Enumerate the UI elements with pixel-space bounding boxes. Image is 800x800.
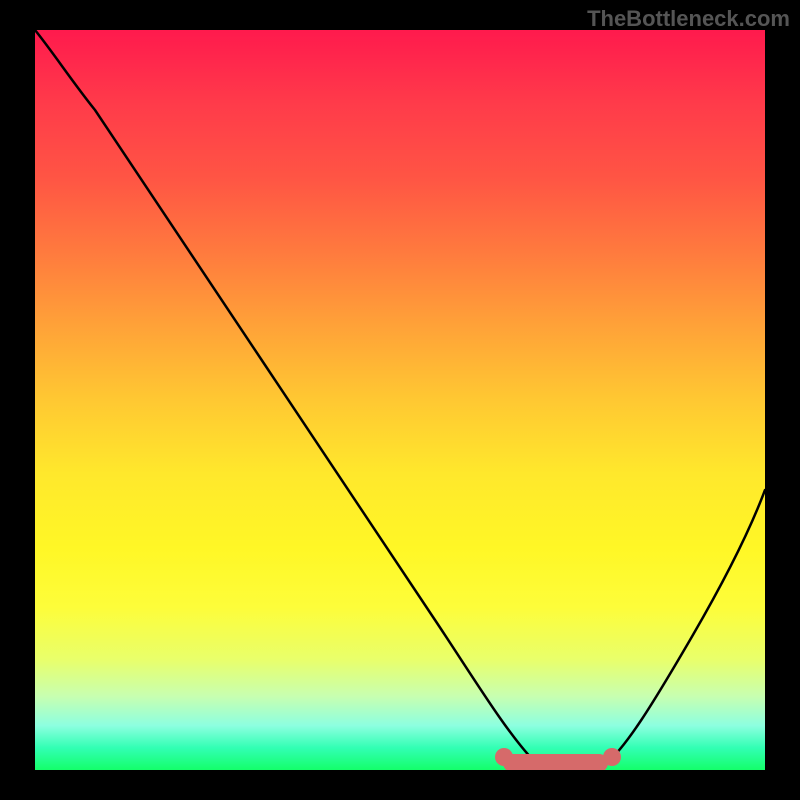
watermark-text: TheBottleneck.com [587, 6, 790, 32]
plot-area [35, 30, 765, 770]
bottleneck-curve-path [35, 30, 765, 766]
optimal-range-bar [503, 754, 608, 770]
optimal-range-end-dot [603, 748, 621, 766]
curve-svg [35, 30, 765, 770]
optimal-range-start-dot [495, 748, 513, 766]
